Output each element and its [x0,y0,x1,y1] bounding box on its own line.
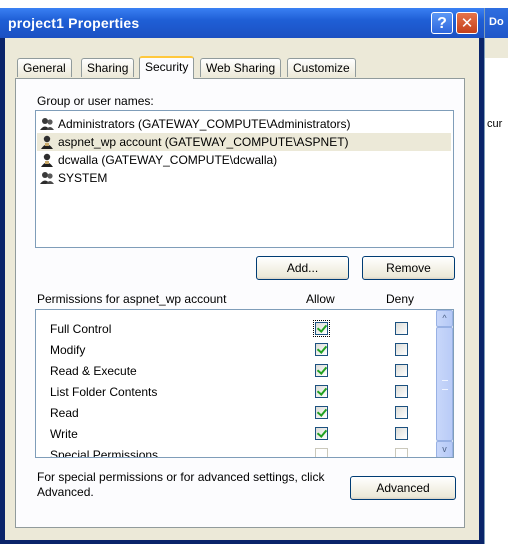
grip-icon [442,380,448,390]
group-icon [40,172,54,184]
user-name: Administrators (GATEWAY_COMPUTE\Administ… [58,117,351,131]
permission-row: Special Permissions [36,445,436,458]
deny-checkbox[interactable] [395,343,408,356]
deny-checkbox [395,448,408,457]
background-window-menubar [485,38,508,58]
tab-sharing[interactable]: Sharing [81,58,135,77]
user-name: dcwalla (GATEWAY_COMPUTE\dcwalla) [58,153,278,167]
properties-dialog: project1 Properties ? ✕ General Sharing … [0,8,484,544]
deny-checkbox[interactable] [395,364,408,377]
group-or-user-names-label: Group or user names: [37,94,154,108]
scroll-thumb[interactable] [436,327,453,441]
allow-checkbox[interactable] [315,385,328,398]
window-title: project1 Properties [8,15,140,31]
chevron-up-icon: ^ [442,313,447,323]
permissions-scrollbar[interactable]: ^ v [436,310,453,457]
allow-checkbox[interactable] [315,406,328,419]
permission-name: Modify [50,343,86,357]
user-list-item[interactable]: SYSTEM [37,169,451,187]
permissions-label: Permissions for aspnet_wp account [37,292,227,306]
permission-name: Full Control [50,322,112,336]
user-list-item[interactable]: dcwalla (GATEWAY_COMPUTE\dcwalla) [37,151,451,169]
background-window-text: cur [487,118,503,130]
tab-security[interactable]: Security [139,56,195,79]
scroll-up-button[interactable]: ^ [436,310,453,327]
permission-row: List Folder Contents [36,382,436,403]
titlebar[interactable]: project1 Properties ? ✕ [0,8,484,38]
tab-general[interactable]: General [17,58,72,77]
group-icon [40,118,54,130]
chevron-down-icon: v [442,444,447,454]
allow-column-header: Allow [306,292,335,306]
deny-checkbox[interactable] [395,385,408,398]
permission-row: Write [36,424,436,445]
deny-checkbox[interactable] [395,406,408,419]
permission-row: Full Control [36,319,436,340]
remove-button[interactable]: Remove [362,256,455,280]
deny-column-header: Deny [386,292,415,306]
permission-row: Read & Execute [36,361,436,382]
user-icon [41,153,53,167]
allow-checkbox[interactable] [315,427,328,440]
close-button[interactable]: ✕ [456,12,478,34]
advanced-button[interactable]: Advanced [350,476,456,500]
permission-name: List Folder Contents [50,385,158,399]
permission-name: Special Permissions [50,448,159,458]
scroll-down-button[interactable]: v [436,441,453,457]
user-list[interactable]: Administrators (GATEWAY_COMPUTE\Administ… [35,110,454,248]
permission-name: Read [50,406,79,420]
add-button[interactable]: Add... [256,256,349,280]
help-button[interactable]: ? [431,12,453,34]
permission-name: Read & Execute [50,364,137,378]
permission-row: Read [36,403,436,424]
tab-customize[interactable]: Customize [287,58,356,77]
permission-row: Modify [36,340,436,361]
allow-checkbox [315,448,328,457]
user-icon [41,135,53,149]
deny-checkbox[interactable] [395,427,408,440]
help-icon: ? [437,15,447,32]
background-window-titlebar: Do [485,8,508,38]
user-name: aspnet_wp account (GATEWAY_COMPUTE\ASPNE… [58,135,349,149]
permission-name: Write [50,427,78,441]
permissions-list[interactable]: Full Control Modify Read & Execute List … [35,309,454,458]
allow-checkbox[interactable] [315,364,328,377]
close-icon: ✕ [460,15,474,32]
deny-checkbox[interactable] [395,322,408,335]
user-list-item-selected[interactable]: aspnet_wp account (GATEWAY_COMPUTE\ASPNE… [37,133,451,151]
background-window: Do cur [484,8,508,544]
user-name: SYSTEM [58,171,108,185]
user-list-item[interactable]: Administrators (GATEWAY_COMPUTE\Administ… [37,115,451,133]
background-window-title: Do [489,16,504,28]
tab-web-sharing[interactable]: Web Sharing [200,58,282,77]
advanced-note: For special permissions or for advanced … [37,470,325,499]
allow-checkbox[interactable] [313,320,330,337]
allow-checkbox[interactable] [315,343,328,356]
